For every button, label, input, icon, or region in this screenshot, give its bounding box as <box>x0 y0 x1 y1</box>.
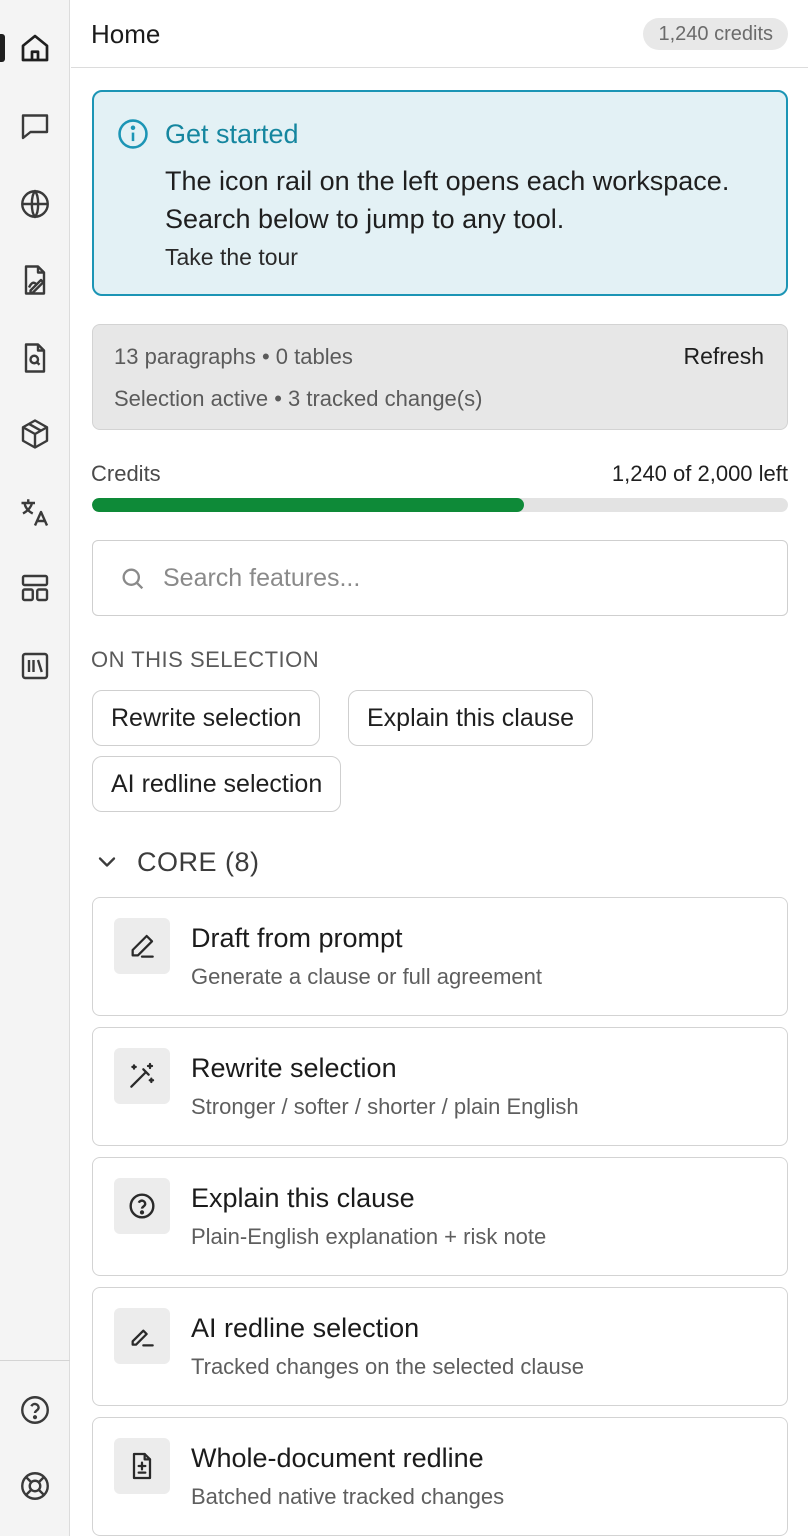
document-stats: 13 paragraphs • 0 tables <box>114 344 353 369</box>
search-input[interactable] <box>163 555 763 601</box>
chip-explain-clause[interactable]: Explain this clause <box>348 690 594 746</box>
credits-label: Credits <box>91 461 161 486</box>
rail-home-button[interactable] <box>0 18 70 78</box>
card-icon-box <box>114 1048 170 1104</box>
banner-title: Get started <box>165 119 299 149</box>
card-title: AI redline selection <box>191 1313 420 1343</box>
document-status-panel: 13 paragraphs • 0 tables Selection activ… <box>92 324 788 430</box>
rail-package-button[interactable] <box>0 404 70 464</box>
file-signature-icon <box>24 265 46 295</box>
card-description: Generate a clause or full agreement <box>191 964 542 989</box>
translate-icon <box>21 499 49 526</box>
card-icon-box <box>114 1308 170 1364</box>
search-box <box>92 540 788 616</box>
search-icon <box>122 568 144 590</box>
card-title: Whole-document redline <box>191 1443 484 1473</box>
file-diff-icon <box>132 1452 152 1480</box>
card-icon-box <box>114 918 170 974</box>
card-title: Draft from prompt <box>191 923 403 953</box>
core-group-toggle[interactable]: CORE (8) <box>93 842 260 882</box>
card-title: Rewrite selection <box>191 1053 397 1083</box>
card-icon-box <box>114 1438 170 1494</box>
card-icon-box <box>114 1178 170 1234</box>
selection-status: Selection active • 3 tracked change(s) <box>114 386 483 411</box>
card-title: Explain this clause <box>191 1183 415 1213</box>
feature-card-explain-clause[interactable]: Explain this clause Plain-English explan… <box>92 1157 788 1276</box>
rail-translate-button[interactable] <box>0 482 70 542</box>
rail-file-signature-button[interactable] <box>0 250 70 310</box>
feature-card-draft-from-prompt[interactable]: Draft from prompt Generate a clause or f… <box>92 897 788 1016</box>
banner-body: The icon rail on the left opens each wor… <box>165 166 730 234</box>
get-started-banner: Get started The icon rail on the left op… <box>92 90 788 296</box>
credits-badge: 1,240 credits <box>643 18 788 50</box>
library-icon <box>21 652 49 680</box>
magic-wand-icon <box>130 1062 155 1088</box>
rail-globe-button[interactable] <box>0 174 70 234</box>
lifebuoy-icon <box>21 1472 49 1500</box>
icon-rail <box>0 0 70 1536</box>
rail-divider <box>0 1360 70 1361</box>
rail-help-button[interactable] <box>0 1380 70 1440</box>
pencil-icon <box>131 934 154 958</box>
feature-card-rewrite-selection[interactable]: Rewrite selection Stronger / softer / sh… <box>92 1027 788 1146</box>
home-icon <box>21 34 49 62</box>
page-title: Home <box>91 19 161 49</box>
feature-card-whole-document-redline[interactable]: Whole-document redline Batched native tr… <box>92 1417 788 1536</box>
question-circle-icon <box>129 1193 155 1219</box>
card-description: Stronger / softer / shorter / plain Engl… <box>191 1094 579 1119</box>
file-search-icon <box>24 343 46 373</box>
chip-ai-redline-selection[interactable]: AI redline selection <box>92 756 342 812</box>
package-icon <box>21 419 49 449</box>
chat-icon <box>21 114 49 140</box>
credits-progress-bar <box>92 498 788 512</box>
rail-file-search-button[interactable] <box>0 328 70 388</box>
info-icon <box>118 119 148 149</box>
globe-icon <box>21 189 49 219</box>
feature-card-ai-redline-selection[interactable]: AI redline selection Tracked changes on … <box>92 1287 788 1406</box>
rail-chat-button[interactable] <box>0 96 70 156</box>
header: Home 1,240 credits <box>71 0 808 68</box>
layout-icon <box>21 574 49 602</box>
signature-icon <box>131 1329 154 1347</box>
card-description: Tracked changes on the selected clause <box>191 1354 584 1379</box>
credits-remaining: 1,240 of 2,000 left <box>611 461 788 486</box>
card-description: Plain-English explanation + risk note <box>191 1224 547 1249</box>
selection-section-label: ON THIS SELECTION <box>91 647 320 672</box>
main-panel: Home 1,240 credits Get started The icon … <box>71 0 808 1536</box>
chip-rewrite-selection[interactable]: Rewrite selection <box>92 690 321 746</box>
help-icon <box>21 1396 49 1424</box>
chevron-down-icon <box>98 857 116 867</box>
take-tour-link[interactable]: Take the tour <box>165 244 298 271</box>
rail-library-button[interactable] <box>0 636 70 696</box>
card-description: Batched native tracked changes <box>191 1484 505 1509</box>
credits-progress-fill <box>92 498 524 512</box>
refresh-button[interactable]: Refresh <box>683 343 764 370</box>
rail-support-button[interactable] <box>0 1456 70 1516</box>
rail-layout-button[interactable] <box>0 558 70 618</box>
core-group-title: CORE (8) <box>137 846 260 877</box>
